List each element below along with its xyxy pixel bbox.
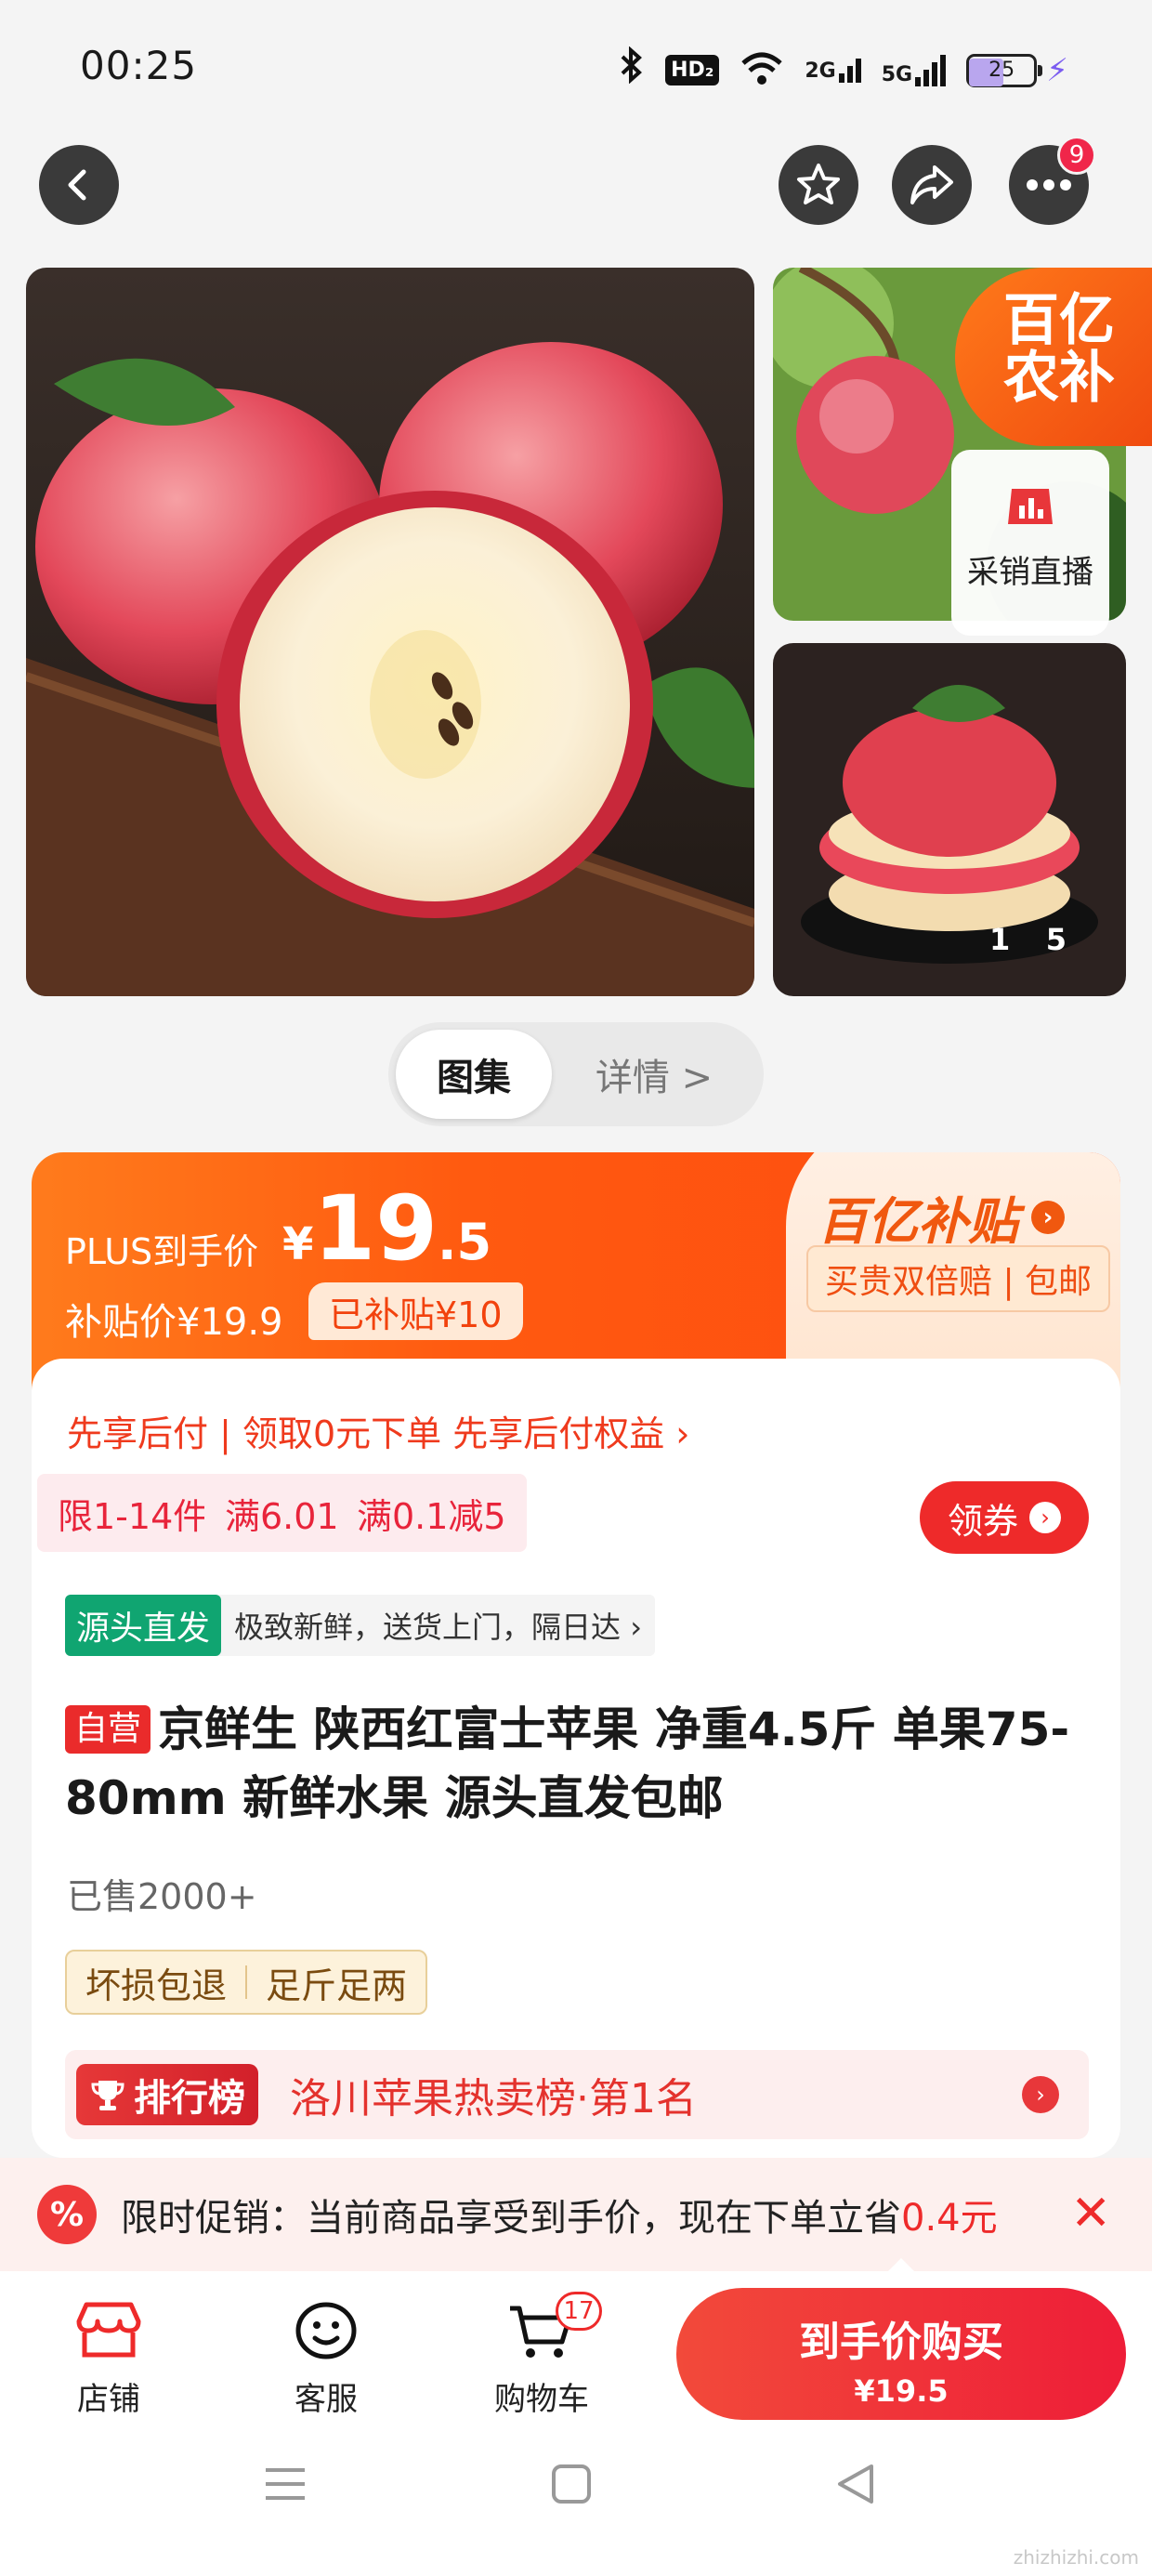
- battery-level: 25: [988, 58, 1015, 82]
- ranking-tag-label: 排行榜: [134, 2077, 245, 2120]
- thumbnail-image-2[interactable]: [773, 643, 1126, 996]
- direct-shipping-tag: 源头直发: [65, 1595, 222, 1656]
- price-banner: PLUS到手价 ¥ 19 .5 补贴价¥19.9 已补贴¥10 百亿补贴 › 买…: [32, 1152, 1120, 1394]
- price-integer: 19: [313, 1176, 438, 1281]
- status-icons: HD₂ 2G 5G 25 ⚡: [619, 46, 1068, 94]
- product-info-card: 先享后付 | 领取0元下单 先享后付权益 › 限1-14件特惠 满6.01减6 …: [32, 1359, 1120, 2158]
- buy-now-button[interactable]: 到手价购买 ¥19.5: [676, 2288, 1126, 2420]
- chevron-right-icon: ›: [1031, 1200, 1065, 1234]
- billion-subsidy-brand: 百亿补贴: [818, 1192, 1018, 1251]
- system-menu-button[interactable]: [264, 2463, 307, 2509]
- get-coupon-button[interactable]: 领券 ›: [920, 1481, 1089, 1554]
- chevron-left-icon: [68, 169, 86, 201]
- close-icon[interactable]: ✕: [1070, 2186, 1111, 2241]
- clock: 00:25: [80, 43, 198, 88]
- menu-icon: [266, 2468, 305, 2500]
- self-operated-tag: 自营: [65, 1705, 151, 1754]
- store-button[interactable]: 店铺: [48, 2297, 169, 2419]
- more-badge: 9: [1057, 136, 1096, 175]
- trophy-icon: [91, 2081, 124, 2110]
- wifi-icon: [740, 50, 784, 91]
- ranking-tag: 排行榜: [76, 2064, 258, 2125]
- charging-icon: ⚡: [1046, 51, 1068, 89]
- buy-now-price: ¥19.5: [854, 2373, 949, 2409]
- ranking-row[interactable]: 排行榜 洛川苹果热卖榜·第1名 ›: [65, 2050, 1089, 2139]
- limited-promo-amount: 0.4元: [901, 2197, 998, 2240]
- home-square-icon: [552, 2464, 591, 2504]
- share-icon: [910, 165, 953, 204]
- signal-5g-icon: 5G: [881, 54, 947, 86]
- battery-icon: 25: [966, 53, 1043, 87]
- tab-detail[interactable]: 详情 >: [552, 1047, 756, 1101]
- subsidy-price: 补贴价¥19.9: [65, 1301, 283, 1344]
- system-back-button[interactable]: [834, 2463, 877, 2509]
- get-coupon-label: 领券: [947, 1500, 1018, 1542]
- hd-voice-icon: HD₂: [665, 55, 720, 85]
- cart-label: 购物车: [494, 2381, 589, 2418]
- live-shopping-icon: [1008, 489, 1053, 524]
- tab-album[interactable]: 图集: [396, 1030, 552, 1119]
- discount-percent-icon: %: [37, 2185, 97, 2244]
- limited-promo-message: 限时促销：当前商品享受到手价，现在下单立省: [121, 2197, 901, 2240]
- bluetooth-icon: [619, 46, 645, 94]
- service-tag-2: 足斤足两: [266, 1965, 408, 2006]
- buy-now-label: 到手价购买: [799, 2319, 1003, 2366]
- live-stream-button[interactable]: 采销直播: [951, 450, 1109, 636]
- more-button[interactable]: 9: [1009, 136, 1096, 225]
- back-button[interactable]: [39, 145, 119, 225]
- store-label: 店铺: [77, 2381, 140, 2418]
- star-icon: [797, 164, 840, 204]
- bottom-action-bar: 店铺 客服 17 购物车 到手价购买 ¥19.5: [0, 2271, 1152, 2576]
- store-icon: [76, 2302, 141, 2358]
- signal-5g-label: 5G: [881, 62, 913, 86]
- favorite-button[interactable]: [779, 145, 858, 225]
- customer-service-label: 客服: [295, 2381, 358, 2418]
- main-product-image[interactable]: [26, 268, 754, 996]
- customer-service-icon: [295, 2302, 357, 2359]
- customer-service-button[interactable]: 客服: [266, 2297, 386, 2419]
- cart-button[interactable]: 17 购物车: [481, 2292, 602, 2419]
- farm-subsidy-line1: 百亿: [1003, 288, 1115, 353]
- direct-shipping-text: 极致新鲜，送货上门，隔日达 ›: [234, 1610, 642, 1645]
- sold-count: 已售2000+: [67, 1876, 257, 1917]
- guarantee-badge[interactable]: 买贵双倍赔 | 包邮: [806, 1245, 1111, 1312]
- subsidized-amount: 已补贴¥10: [308, 1282, 523, 1340]
- product-title-text: 京鲜生 陕西红富士苹果 净重4.5斤 单果75-80mm 新鲜水果 源头直发包邮: [65, 1702, 1070, 1825]
- watermark: zhizhizhi.com: [1013, 2546, 1139, 2569]
- gallery-page-indicator: 1 5: [989, 922, 1068, 957]
- promo-tag-3[interactable]: 满0.1减5: [336, 1474, 527, 1552]
- product-title: 自营 京鲜生 陕西红富士苹果 净重4.5斤 单果75-80mm 新鲜水果 源头直发…: [65, 1695, 1096, 1833]
- gallery-detail-switch: 图集 详情 >: [388, 1022, 764, 1126]
- system-home-button[interactable]: [550, 2463, 593, 2509]
- signal-2g-label: 2G: [805, 59, 836, 83]
- chevron-right-icon: ›: [1022, 2076, 1059, 2113]
- direct-shipping-row[interactable]: 源头直发 极致新鲜，送货上门，隔日达 ›: [65, 1595, 655, 1656]
- limited-promo-text: 限时促销：当前商品享受到手价，现在下单立省0.4元: [121, 2188, 998, 2241]
- status-bar: 00:25 HD₂ 2G 5G 25 ⚡: [0, 0, 1152, 139]
- signal-2g-icon: 2G: [805, 58, 861, 83]
- gallery-page-total: 5: [1045, 922, 1069, 957]
- more-dots-icon: [1027, 179, 1071, 191]
- share-button[interactable]: [892, 145, 972, 225]
- service-tags[interactable]: 坏损包退 足斤足两: [65, 1950, 428, 2015]
- price-decimal: .5: [438, 1213, 492, 1271]
- price-currency: ¥: [282, 1218, 314, 1270]
- final-price: ¥ 19 .5: [282, 1182, 491, 1275]
- pay-later-link[interactable]: 先享后付 | 领取0元下单 先享后付权益 ›: [67, 1405, 690, 1456]
- back-triangle-icon: [838, 2464, 873, 2504]
- billion-subsidy-link[interactable]: 百亿补贴 ›: [818, 1180, 1065, 1254]
- limited-promo-strip[interactable]: % 限时促销：当前商品享受到手价，现在下单立省0.4元 ✕: [0, 2158, 1152, 2271]
- farm-subsidy-badge[interactable]: 百亿 农补: [955, 268, 1152, 446]
- cart-count-badge: 17: [556, 2292, 602, 2331]
- farm-subsidy-line2: 农补: [1003, 346, 1115, 411]
- gallery-page-current: 1: [989, 922, 1013, 957]
- plus-price-label: PLUS到手价: [65, 1231, 259, 1272]
- service-tag-1: 坏损包退: [85, 1965, 228, 2006]
- live-label: 采销直播: [967, 554, 1093, 591]
- ranking-text: 洛川苹果热卖榜·第1名: [290, 2075, 697, 2123]
- chevron-right-icon: ›: [1029, 1502, 1061, 1533]
